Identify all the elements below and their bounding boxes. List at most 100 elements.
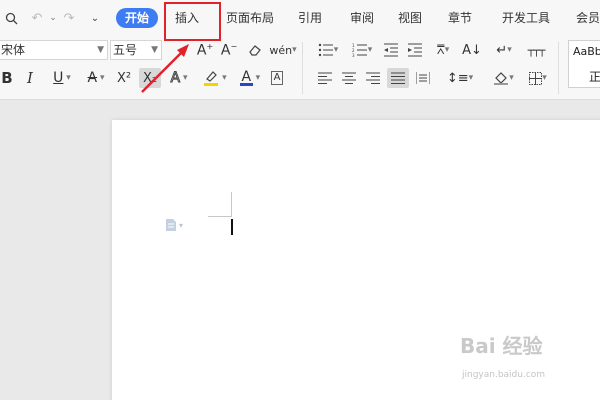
font-name-value: 宋体	[1, 43, 26, 57]
chevron-down-icon: ▾	[219, 73, 227, 83]
print-preview-icon[interactable]	[2, 9, 20, 27]
clear-formatting-button[interactable]	[246, 40, 264, 60]
superscript-button[interactable]: X²	[114, 68, 134, 88]
increase-font-size-button[interactable]: A+	[196, 40, 214, 60]
numbering-button[interactable]: 123 ▾	[348, 40, 376, 60]
justify-button[interactable]	[387, 68, 409, 88]
home-ribbon-toolbar: 宋体 ▼ 五号 ▼ A+ A− wén ▾ B I U ▾ A ▾ X² X₂ A…	[0, 36, 600, 100]
superscript-icon: X²	[116, 70, 132, 86]
font-name-select[interactable]: 宋体 ▼	[0, 40, 108, 60]
decrease-font-size-button[interactable]: A−	[220, 40, 238, 60]
tab-chapter[interactable]: 章节	[448, 8, 472, 28]
bullets-button[interactable]: ▾	[314, 40, 342, 60]
bold-icon: B	[1, 69, 13, 87]
tab-references[interactable]: 引用	[298, 8, 322, 28]
bold-button[interactable]: B	[0, 68, 14, 88]
underline-button[interactable]: U ▾	[46, 68, 78, 88]
grow-font-icon: A+	[196, 41, 214, 59]
tab-member[interactable]: 会员	[576, 8, 600, 28]
chevron-down-icon: ▼	[97, 45, 104, 55]
subscript-button[interactable]: X₂	[139, 68, 161, 88]
style-gallery-normal[interactable]: AaBb 正	[568, 40, 600, 88]
ribbon-tab-bar: ↶ ⌄ ↷ ⌄ 开始 插入 页面布局 引用 审阅 视图 章节 开发工具 会员	[0, 0, 600, 36]
text-effect-icon: A	[170, 70, 181, 87]
highlight-color-button[interactable]: ▾	[200, 68, 230, 88]
chevron-down-icon: ▾	[507, 45, 512, 55]
phonetic-guide-button[interactable]: wén ▾	[269, 40, 296, 60]
chevron-down-icon: ▾	[468, 73, 474, 83]
baidu-watermark: Bai 经验 jingyan.baidu.com	[460, 330, 600, 390]
subscript-icon: X₂	[142, 70, 158, 86]
sort-icon: A↓	[462, 42, 482, 58]
strikethrough-button[interactable]: A ▾	[82, 68, 110, 88]
eraser-icon	[249, 45, 261, 56]
chevron-down-icon: ▾	[333, 45, 339, 55]
chevron-down-icon: ▾	[97, 73, 105, 83]
chinese-layout-button[interactable]: ⩞ ▾	[430, 40, 456, 60]
redo-icon[interactable]: ↷	[60, 9, 78, 27]
shrink-font-icon: A−	[220, 41, 238, 59]
tab-page-layout[interactable]: 页面布局	[226, 8, 274, 28]
tab-view[interactable]: 视图	[398, 8, 422, 28]
distributed-button[interactable]	[414, 68, 432, 88]
margin-corner-mark	[231, 192, 232, 217]
align-left-button[interactable]	[316, 68, 334, 88]
text-cursor	[231, 219, 233, 235]
svg-text:3: 3	[352, 53, 355, 57]
chevron-down-icon: ▾	[542, 73, 547, 83]
phonetic-guide-label: wén	[269, 43, 293, 57]
line-spacing-icon: ↕≡	[446, 70, 469, 86]
style-preview-text: AaBb	[573, 45, 600, 58]
shading-button[interactable]: ▾	[490, 68, 518, 88]
chevron-down-icon: ▾	[180, 73, 188, 83]
italic-button[interactable]: I	[22, 68, 38, 88]
font-size-select[interactable]: 五号 ▼	[110, 40, 162, 60]
chevron-down-icon: ▾	[179, 220, 184, 230]
ruler-icon: ┬┬┬	[527, 43, 546, 57]
customize-quick-access-icon[interactable]: ⌄	[86, 9, 104, 27]
paint-bucket-icon	[494, 72, 509, 85]
decrease-indent-button[interactable]	[382, 40, 400, 60]
font-color-button[interactable]: A ▾	[236, 68, 264, 88]
chevron-down-icon: ▾	[509, 73, 514, 83]
style-name: 正	[589, 70, 600, 84]
paragraph-document-icon	[166, 219, 176, 231]
tab-developer-tools[interactable]: 开发工具	[502, 8, 550, 28]
line-spacing-button[interactable]: ↕≡ ▾	[446, 68, 474, 88]
tab-home[interactable]: 开始	[116, 8, 159, 28]
chevron-down-icon: ▾	[367, 45, 373, 55]
font-size-value: 五号	[113, 43, 138, 57]
paragraph-layout-button[interactable]: ▾	[166, 219, 183, 231]
chevron-down-icon: ▾	[252, 73, 261, 83]
tab-stops-button[interactable]: ┬┬┬	[526, 40, 546, 60]
character-border-icon: A	[270, 71, 284, 85]
tab-review[interactable]: 审阅	[350, 8, 374, 28]
underline-icon: U	[53, 70, 64, 86]
increase-indent-button[interactable]	[406, 40, 424, 60]
text-effect-button[interactable]: A ▾	[164, 68, 194, 88]
highlighter-icon	[204, 71, 219, 86]
watermark-brand: Bai 经验	[460, 334, 543, 358]
borders-button[interactable]: ▾	[524, 68, 552, 88]
border-grid-icon	[529, 71, 543, 85]
indent-icon	[408, 43, 422, 57]
distribute-icon	[416, 72, 430, 84]
paragraph-mark-icon: ↵	[496, 42, 508, 58]
chevron-down-icon: ▾	[444, 45, 450, 55]
align-right-icon	[366, 72, 380, 84]
chinese-layout-icon: ⩞	[436, 42, 445, 58]
chevron-down-icon: ▼	[151, 45, 158, 55]
chevron-down-icon: ▾	[63, 73, 71, 83]
align-left-icon	[318, 72, 332, 84]
strikethrough-icon: A	[87, 70, 98, 86]
numbered-list-icon: 123	[352, 43, 367, 57]
align-right-button[interactable]	[364, 68, 382, 88]
watermark-url: jingyan.baidu.com	[462, 370, 546, 380]
divider	[302, 42, 303, 94]
annotation-highlight-box	[164, 2, 221, 41]
paragraph-marks-button[interactable]: ↵ ▾	[490, 40, 518, 60]
sort-button[interactable]: A↓	[462, 40, 482, 60]
align-center-button[interactable]	[340, 68, 358, 88]
character-border-button[interactable]: A	[268, 68, 286, 88]
italic-icon: I	[27, 69, 33, 87]
